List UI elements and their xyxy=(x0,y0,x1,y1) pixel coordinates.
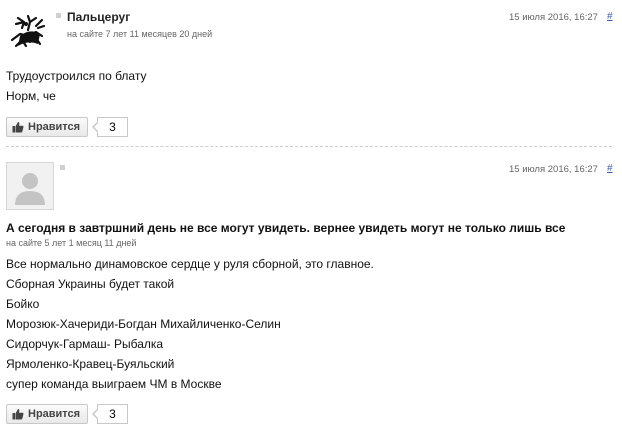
like-button-label: Нравится xyxy=(28,408,81,420)
comment-separator xyxy=(6,146,612,147)
comment-text-line: супер команда выиграем ЧМ в Москве xyxy=(6,377,222,391)
comment-title: А сегодня в завтршний день не все могут … xyxy=(6,221,566,235)
comment-text-line: Норм, че xyxy=(6,89,56,103)
comment-text-line: Сборная Украины будет такой xyxy=(6,277,175,291)
comment-text-line: Трудоустроился по блату xyxy=(6,69,147,83)
comment-timestamp: 15 июля 2016, 16:27 xyxy=(509,164,598,175)
online-status-dot xyxy=(56,13,61,18)
like-count: 3 xyxy=(92,117,128,137)
comment-permalink[interactable]: # xyxy=(607,163,613,174)
doodle-figure-icon xyxy=(10,14,46,48)
comment-text-line: Сидорчук-Гармаш- Рыбалка xyxy=(6,337,164,351)
online-status-dot xyxy=(60,165,65,170)
default-user-icon xyxy=(15,173,45,205)
like-button-label: Нравится xyxy=(28,121,81,133)
user-avatar[interactable] xyxy=(6,10,52,56)
like-button[interactable]: Нравится xyxy=(6,117,88,137)
user-avatar[interactable] xyxy=(6,162,54,210)
comment-text-line: Морозюк-Хачериди-Богдан Михайличенко-Сел… xyxy=(6,317,281,331)
membership-duration: на сайте 7 лет 11 месяцев 20 дней xyxy=(67,29,213,39)
comment-text-line: Бойко xyxy=(6,297,40,311)
comment-text-line: Все нормально динамовское сердце у руля … xyxy=(6,257,374,271)
thumbs-up-icon xyxy=(12,409,24,420)
comment-permalink[interactable]: # xyxy=(607,11,613,22)
comment-timestamp: 15 июля 2016, 16:27 xyxy=(509,12,598,23)
comment-author[interactable]: Пальцеруг xyxy=(67,10,130,24)
like-button[interactable]: Нравится xyxy=(6,404,88,424)
thumbs-up-icon xyxy=(12,122,24,133)
like-count: 3 xyxy=(92,404,128,424)
comment-text-line: Ярмоленко-Кравец-Буяльский xyxy=(6,357,175,371)
membership-duration: на сайте 5 лет 1 месяц 11 дней xyxy=(6,238,137,248)
